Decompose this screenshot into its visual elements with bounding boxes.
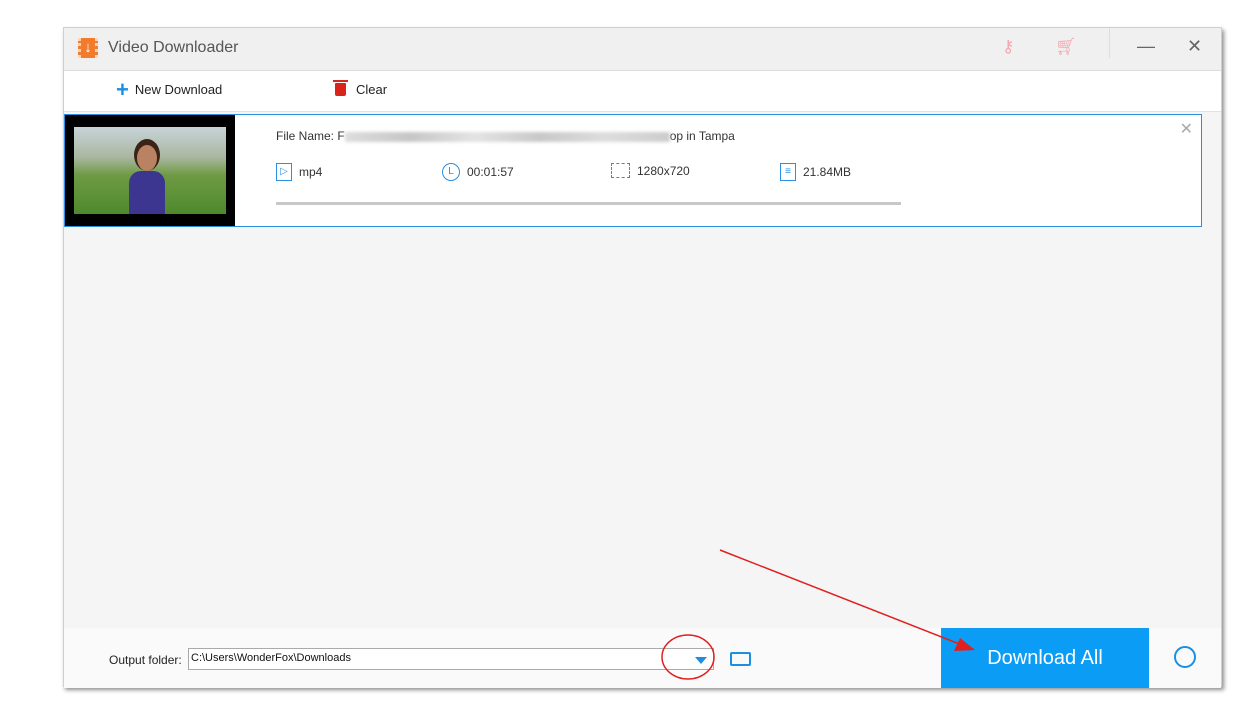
bottom-bar: Output folder: C:\Users\WonderFox\Downlo…	[64, 628, 1221, 688]
duration-info: L 00:01:57	[442, 163, 514, 181]
plus-icon: +	[116, 76, 129, 102]
video-file-icon: ▷	[276, 163, 292, 181]
open-folder-icon[interactable]	[730, 652, 751, 666]
output-folder-label: Output folder:	[109, 653, 182, 667]
download-item[interactable]: File Name: Fop in Tampa ▷ mp4 L 00:01:57 1…	[64, 114, 1202, 227]
dropdown-arrow-icon[interactable]	[695, 657, 707, 664]
new-download-button[interactable]: + New Download	[116, 76, 223, 102]
cart-icon[interactable]: 🛒︎	[1055, 37, 1077, 57]
format-info: ▷ mp4	[276, 163, 322, 181]
alarm-clock-icon[interactable]	[1174, 646, 1196, 668]
blurred-text	[344, 131, 670, 142]
app-window: ↓ Video Downloader ⚷ 🛒︎ — ✕ + New Downlo…	[63, 27, 1222, 688]
minimize-button[interactable]: —	[1137, 36, 1155, 57]
progress-bar	[276, 202, 901, 205]
close-button[interactable]: ✕	[1187, 36, 1202, 57]
output-folder-field[interactable]: C:\Users\WonderFox\Downloads	[188, 648, 714, 670]
file-name: File Name: Fop in Tampa	[276, 129, 735, 143]
divider	[1109, 28, 1110, 58]
title-bar: ↓ Video Downloader ⚷ 🛒︎ — ✕	[64, 28, 1221, 71]
window-title: Video Downloader	[108, 39, 239, 56]
download-all-button[interactable]: Download All	[941, 628, 1149, 688]
app-logo-icon: ↓	[78, 38, 98, 58]
video-thumbnail	[65, 115, 235, 226]
trash-icon	[333, 80, 348, 96]
new-download-label: New Download	[134, 82, 223, 97]
clock-icon: L	[442, 163, 460, 181]
file-size-icon: ≡	[780, 163, 796, 181]
resolution-icon	[611, 163, 630, 178]
resolution-info: 1280x720	[611, 163, 690, 178]
clear-label: Clear	[356, 82, 388, 97]
size-info: ≡ 21.84MB	[780, 163, 851, 181]
toolbar: + New Download Clear	[64, 71, 1221, 112]
key-icon[interactable]: ⚷	[1002, 37, 1014, 57]
remove-item-button[interactable]: ✕	[1180, 119, 1193, 139]
clear-button[interactable]: Clear	[333, 80, 388, 97]
